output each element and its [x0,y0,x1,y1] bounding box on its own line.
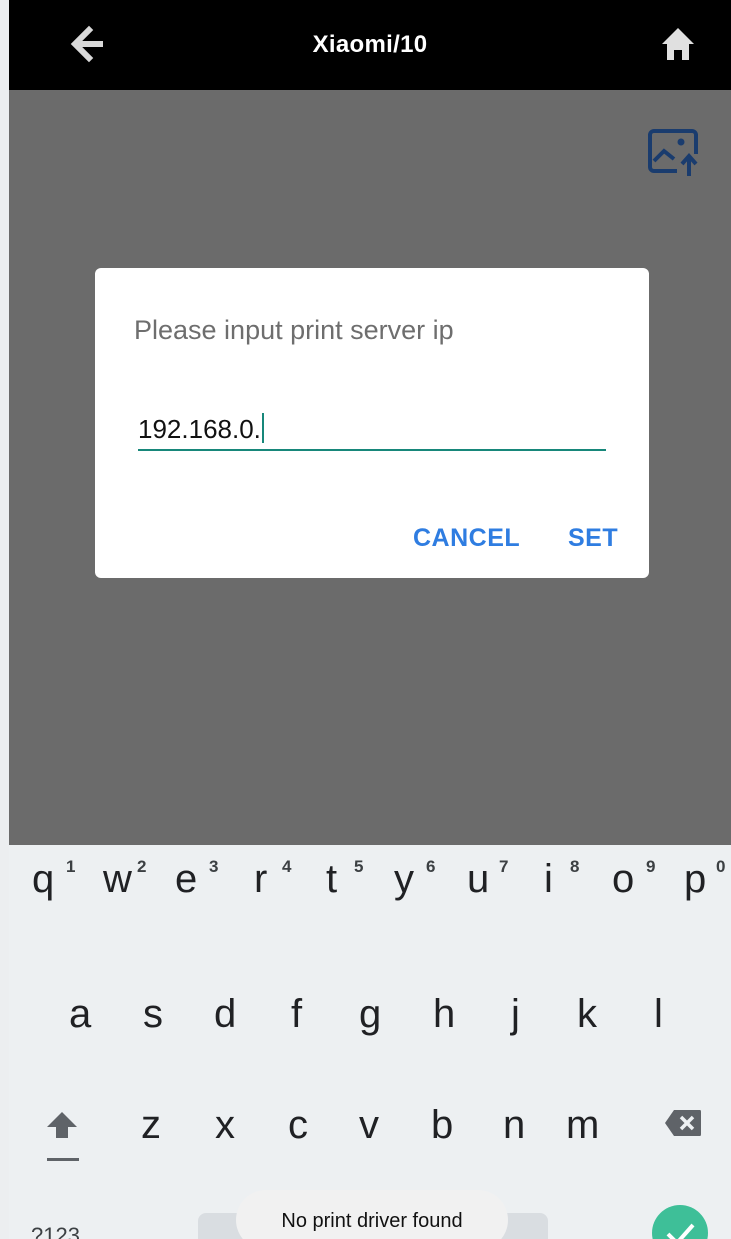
key-d[interactable]: d [214,992,236,1037]
hint-2: 2 [137,857,147,876]
key-e[interactable]: e [175,857,197,902]
key-a[interactable]: a [69,992,91,1037]
server-ip-value: 192.168.0. [138,414,261,444]
hint-4: 4 [282,857,292,876]
hint-0: 0 [716,857,726,876]
symbols-key[interactable]: ?123 [31,1223,80,1239]
key-s[interactable]: s [143,992,163,1037]
hint-9: 9 [646,857,656,876]
server-ip-input[interactable]: 192.168.0. [138,403,606,451]
server-ip-dialog: Please input print server ip 192.168.0. … [95,268,649,578]
key-g[interactable]: g [359,992,381,1037]
shift-icon[interactable] [45,1110,79,1140]
page-title: Xiaomi/10 [312,31,428,58]
hint-5: 5 [354,857,364,876]
key-b[interactable]: b [431,1103,453,1148]
checkmark-icon [666,1223,695,1239]
key-n[interactable]: n [503,1103,525,1148]
hint-1: 1 [66,857,76,876]
key-x[interactable]: x [215,1103,235,1148]
image-upload-icon[interactable] [647,128,701,178]
soft-keyboard: 1 q 2 w 3 e 4 r 5 t 6 y 7 u 8 i 9 o 0 p … [9,845,731,1239]
key-p[interactable]: p [684,857,706,902]
dialog-title: Please input print server ip [134,315,454,345]
key-t[interactable]: t [326,857,337,902]
key-o[interactable]: o [612,857,634,902]
top-bar: Xiaomi/10 [9,0,731,90]
toast-text: No print driver found [281,1210,463,1232]
key-u[interactable]: u [467,857,489,902]
backspace-icon[interactable] [664,1109,702,1137]
key-m[interactable]: m [566,1103,599,1148]
key-w[interactable]: w [103,857,132,902]
set-button[interactable]: SET [568,524,618,553]
key-l[interactable]: l [654,992,663,1037]
hint-8: 8 [570,857,580,876]
toast-message: No print driver found [236,1190,508,1239]
content-area: Please input print server ip 192.168.0. … [9,90,731,845]
cancel-button[interactable]: CANCEL [413,524,520,553]
key-v[interactable]: v [359,1103,379,1148]
key-c[interactable]: c [288,1103,308,1148]
hint-3: 3 [209,857,219,876]
key-j[interactable]: j [511,992,520,1037]
shift-underline [47,1158,79,1161]
key-z[interactable]: z [141,1103,161,1148]
key-y[interactable]: y [394,857,414,902]
hint-7: 7 [499,857,509,876]
key-f[interactable]: f [291,992,302,1037]
text-caret [261,413,264,443]
key-r[interactable]: r [254,857,267,902]
home-icon[interactable] [661,26,695,62]
phone-screen: Xiaomi/10 Please input print server ip 1… [9,0,731,1239]
key-k[interactable]: k [577,992,597,1037]
key-i[interactable]: i [544,857,553,902]
hint-6: 6 [426,857,436,876]
key-h[interactable]: h [433,992,455,1037]
key-q[interactable]: q [32,857,54,902]
enter-key[interactable] [652,1205,708,1239]
left-edge [0,0,9,1239]
